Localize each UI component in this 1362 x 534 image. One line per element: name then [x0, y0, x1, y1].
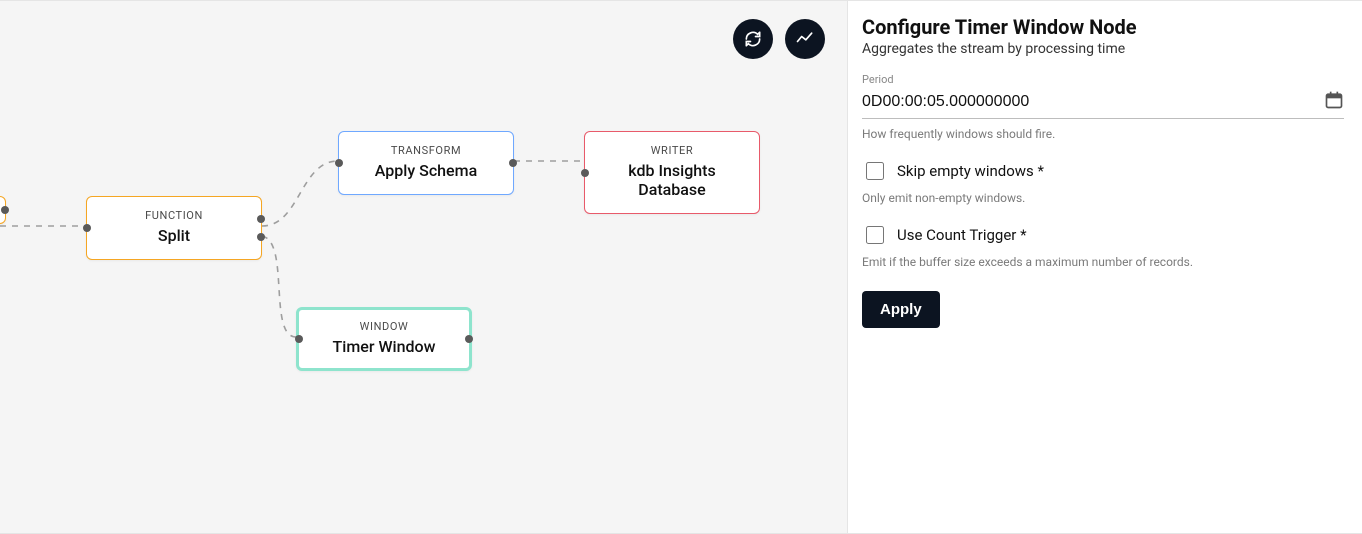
node-type-label: WINDOW — [305, 320, 463, 333]
node-apply-schema[interactable]: TRANSFORM Apply Schema — [338, 131, 514, 195]
skip-empty-hint: Only emit non-empty windows. — [862, 191, 1344, 205]
refresh-button[interactable] — [733, 19, 773, 59]
node-split[interactable]: FUNCTION Split — [86, 196, 262, 260]
port-out[interactable] — [257, 215, 265, 223]
count-trigger-checkbox[interactable] — [866, 226, 884, 244]
edges-layer — [0, 1, 847, 533]
config-panel: Configure Timer Window Node Aggregates t… — [847, 1, 1362, 533]
period-label: Period — [862, 73, 1344, 86]
refresh-icon — [743, 29, 763, 49]
node-offscreen[interactable] — [0, 196, 6, 224]
trend-icon — [795, 29, 815, 49]
node-title: Timer Window — [305, 337, 463, 356]
period-input[interactable] — [862, 91, 1324, 113]
node-type-label: TRANSFORM — [347, 144, 505, 157]
port-out-2[interactable] — [257, 233, 265, 241]
skip-empty-checkbox[interactable] — [866, 162, 884, 180]
count-trigger-hint: Emit if the buffer size exceeds a maximu… — [862, 255, 1344, 269]
calendar-icon[interactable] — [1324, 90, 1344, 114]
node-timer-window[interactable]: WINDOW Timer Window — [296, 307, 472, 371]
port-in[interactable] — [83, 224, 91, 232]
port-in[interactable] — [335, 159, 343, 167]
skip-empty-label: Skip empty windows * — [897, 162, 1044, 180]
count-trigger-label: Use Count Trigger * — [897, 226, 1027, 244]
period-hint: How frequently windows should fire. — [862, 127, 1344, 141]
node-writer[interactable]: WRITER kdb Insights Database — [584, 131, 760, 214]
canvas-toolbar — [733, 19, 825, 59]
pipeline-canvas[interactable]: FUNCTION Split TRANSFORM Apply Schema WR… — [0, 1, 847, 533]
node-title: Split — [95, 226, 253, 245]
node-title: kdb Insights Database — [593, 161, 751, 199]
apply-button[interactable]: Apply — [862, 291, 940, 328]
port-out[interactable] — [509, 159, 517, 167]
port-in[interactable] — [581, 169, 589, 177]
metrics-button[interactable] — [785, 19, 825, 59]
port-out[interactable] — [1, 206, 9, 214]
node-title: Apply Schema — [347, 161, 505, 180]
port-out[interactable] — [465, 335, 473, 343]
panel-subheading: Aggregates the stream by processing time — [862, 41, 1344, 57]
node-type-label: WRITER — [593, 144, 751, 157]
node-type-label: FUNCTION — [95, 209, 253, 222]
panel-heading: Configure Timer Window Node — [862, 15, 1344, 39]
port-in[interactable] — [295, 335, 303, 343]
